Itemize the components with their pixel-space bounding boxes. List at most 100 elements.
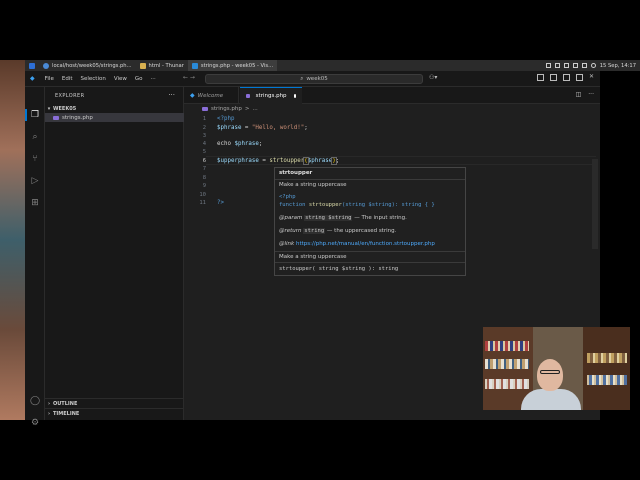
search-icon: ⌕ (300, 75, 304, 82)
hover-documentation-popup: strtoupper Make a string uppercase <?php… (274, 167, 466, 276)
code-line-1: <?php (217, 116, 235, 122)
line-number: 11 (199, 200, 206, 206)
more-actions-icon[interactable]: ··· (588, 91, 594, 98)
clock[interactable]: 15 Sep, 14:17 (600, 63, 636, 69)
line-number: 10 (199, 192, 206, 198)
breadcrumb-file[interactable]: strings.php (211, 106, 242, 112)
books (485, 341, 529, 351)
menu-more[interactable]: ··· (147, 76, 160, 82)
books (587, 353, 627, 363)
vscode-icon (191, 62, 198, 69)
tray-icon[interactable] (563, 63, 569, 68)
source-control-icon[interactable]: ⑂ (30, 154, 40, 164)
app-menu-icon (29, 62, 35, 69)
run-debug-icon[interactable]: ▷ (30, 176, 40, 186)
menu-view[interactable]: View (110, 76, 131, 82)
title-bar: ◆ File Edit Selection View Go ··· ← → ⌕ … (25, 71, 600, 87)
extensions-icon[interactable]: ⊞ (30, 198, 40, 208)
split-editor-icon[interactable]: ◫ (576, 91, 582, 98)
customize-layout-icon[interactable] (576, 74, 583, 81)
tab-strings-php[interactable]: strings.php (240, 87, 302, 104)
explorer-icon[interactable]: ❐ (30, 110, 40, 120)
file-strings-php[interactable]: strings.php (45, 113, 184, 122)
system-taskbar: local/host/week05/strings.ph... html - T… (25, 60, 640, 71)
tray-icon[interactable] (554, 63, 560, 68)
menu-selection[interactable]: Selection (77, 76, 110, 82)
copilot-icon[interactable]: ⚇▾ (429, 74, 437, 81)
taskbar-task-vscode[interactable]: strings.php - week05 - Vis... (187, 60, 278, 71)
hover-title: strtoupper (279, 170, 313, 176)
hover-sig-tag: <?php (279, 194, 296, 200)
explorer-sidebar: EXPLORER ··· ▾ WEEK05 strings.php › OUTL… (45, 87, 184, 420)
chevron-right-icon: › (47, 410, 51, 417)
tab-welcome[interactable]: ◆ Welcome (184, 87, 239, 104)
bookshelf-right (583, 327, 630, 410)
line-number: 3 (202, 133, 206, 139)
toggle-sidebar-icon[interactable] (537, 74, 544, 81)
chevron-right-icon: › (47, 400, 51, 407)
books (587, 375, 627, 385)
layout-controls: ✕ (537, 74, 596, 81)
vscode-icon: ◆ (190, 92, 195, 99)
desktop-wallpaper (0, 60, 25, 420)
folder-week05[interactable]: ▾ WEEK05 (45, 104, 184, 113)
taskbar-task-thunar[interactable]: html - Thunar (136, 60, 188, 71)
taskbar-task-browser[interactable]: local/host/week05/strings.ph... (39, 60, 136, 71)
line-number: 2 (202, 125, 206, 131)
search-icon[interactable]: ⌕ (30, 132, 40, 142)
line-number-current: 6 (202, 158, 206, 164)
toggle-secondary-sidebar-icon[interactable] (563, 74, 570, 81)
breadcrumb: strings.php > ... (184, 104, 600, 114)
editor-actions: ◫ ··· (576, 91, 594, 98)
taskbar-app-menu[interactable] (25, 60, 39, 71)
menu-file[interactable]: File (41, 76, 58, 82)
webcam-overlay (483, 327, 630, 410)
chevron-down-icon: ▾ (47, 105, 51, 112)
activity-bar: ❐ ⌕ ⑂ ▷ ⊞ ◯ ⚙ (25, 87, 45, 428)
command-center-search[interactable]: ⌕ week05 (205, 74, 423, 84)
tray-icon[interactable] (572, 63, 578, 68)
editor-scrollbar[interactable] (592, 159, 598, 249)
line-number: 9 (202, 183, 206, 189)
code-line-11: ?> (217, 200, 224, 206)
timeline-section[interactable]: › TIMELINE (45, 409, 184, 418)
tray-icon[interactable] (581, 63, 587, 68)
unsaved-dot-icon[interactable] (293, 94, 296, 98)
php-manual-link[interactable]: https://php.net/manual/en/function.strto… (296, 241, 435, 247)
active-indicator (25, 109, 27, 121)
books (485, 379, 529, 389)
menu-edit[interactable]: Edit (58, 76, 77, 82)
browser-icon (43, 62, 49, 69)
line-number: 4 (202, 141, 206, 147)
network-icon[interactable] (590, 63, 596, 68)
hover-link-row: @link https://php.net/manual/en/function… (279, 241, 435, 247)
folder-icon (139, 62, 146, 69)
toggle-panel-icon[interactable] (550, 74, 557, 81)
hover-signature-plain: strtoupper( string $string ): string (279, 266, 399, 272)
settings-gear-icon[interactable]: ⚙ (30, 418, 40, 428)
php-file-icon (246, 94, 250, 98)
breadcrumb-more[interactable]: ... (252, 106, 257, 112)
close-window-icon[interactable]: ✕ (589, 74, 596, 81)
hover-signature-code: function strtoupper(string $string): str… (279, 202, 435, 208)
divider (275, 262, 465, 263)
nav-arrows[interactable]: ← → (183, 74, 195, 81)
line-number: 1 (202, 116, 206, 122)
system-tray: 15 Sep, 14:17 (545, 63, 640, 69)
code-line-2: $phrase = "Hello, world!"; (217, 125, 308, 131)
account-icon[interactable]: ◯ (30, 396, 40, 406)
explorer-more-button[interactable]: ··· (168, 91, 175, 99)
menu-go[interactable]: Go (131, 76, 147, 82)
line-number: 8 (202, 175, 206, 181)
vscode-logo-icon: ◆ (30, 75, 35, 82)
books (485, 359, 529, 369)
tray-icon[interactable] (545, 63, 551, 68)
glasses (540, 370, 560, 374)
explorer-title: EXPLORER (55, 93, 85, 99)
hover-return: @return string — the uppercased string. (279, 228, 397, 234)
code-line-6: $upperphrase = strtoupper($phrase); (217, 157, 340, 165)
person-body (521, 389, 581, 410)
divider (275, 179, 465, 180)
outline-section[interactable]: › OUTLINE (45, 399, 184, 408)
php-file-icon (53, 115, 59, 120)
